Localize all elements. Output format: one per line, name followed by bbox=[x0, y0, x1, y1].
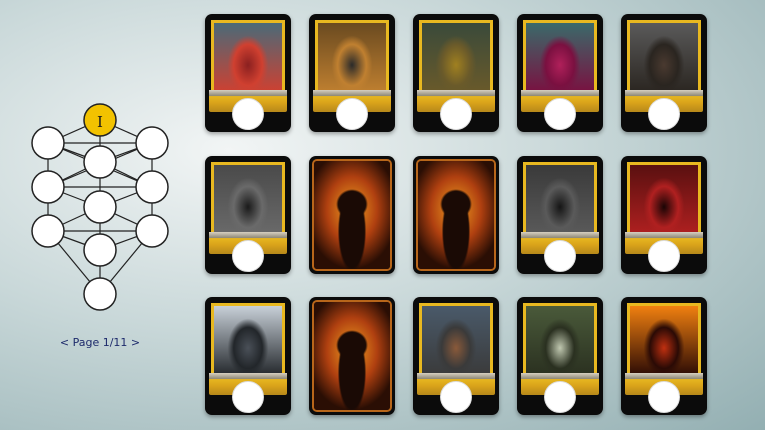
tree-node[interactable] bbox=[135, 170, 169, 204]
card-art-frame bbox=[315, 20, 389, 96]
card-token-slot bbox=[648, 240, 680, 272]
card-art-frame bbox=[419, 303, 493, 379]
card-artwork bbox=[526, 165, 594, 235]
card-artwork bbox=[314, 302, 390, 410]
tree-nodes bbox=[31, 103, 169, 311]
card-art-frame bbox=[211, 162, 285, 238]
tree-node[interactable] bbox=[31, 126, 65, 160]
card-token-slot bbox=[544, 240, 576, 272]
card-art-frame bbox=[523, 303, 597, 379]
card-token-slot bbox=[232, 381, 264, 413]
card-art-frame bbox=[312, 300, 392, 412]
card-jackal-warrior[interactable] bbox=[309, 14, 395, 132]
card-eye-tentacle-creature[interactable] bbox=[517, 14, 603, 132]
card-art-frame bbox=[211, 303, 285, 379]
card-token-slot bbox=[232, 98, 264, 130]
card-hooded-figure-flames-3[interactable] bbox=[309, 297, 395, 415]
next-page-button[interactable]: > bbox=[131, 336, 140, 349]
card-artwork bbox=[422, 306, 490, 376]
card-token-slot bbox=[232, 240, 264, 272]
tree-node[interactable] bbox=[135, 214, 169, 248]
pagination: < Page 1/11 > bbox=[0, 336, 200, 349]
tree-of-life-panel: I < Page 1/11 > bbox=[0, 0, 200, 430]
card-art-frame bbox=[419, 20, 493, 96]
tree-node[interactable] bbox=[135, 126, 169, 160]
card-artwork bbox=[418, 161, 494, 269]
prev-page-button[interactable]: < bbox=[60, 336, 69, 349]
card-artwork bbox=[214, 23, 282, 93]
card-artwork bbox=[314, 161, 390, 269]
tree-node[interactable] bbox=[31, 214, 65, 248]
tree-node[interactable] bbox=[31, 170, 65, 204]
card-dark-dragon[interactable] bbox=[205, 156, 291, 274]
tree-node[interactable] bbox=[83, 233, 117, 267]
tree-node[interactable] bbox=[83, 277, 117, 311]
top-node-label: I bbox=[97, 113, 103, 131]
page-indicator: Page 1/11 bbox=[72, 336, 128, 349]
card-token-slot bbox=[648, 98, 680, 130]
card-token-slot bbox=[440, 381, 472, 413]
card-elf-knight[interactable] bbox=[517, 297, 603, 415]
card-armored-beast[interactable] bbox=[413, 14, 499, 132]
card-art-frame bbox=[312, 159, 392, 271]
card-artwork bbox=[214, 165, 282, 235]
card-fire-elemental[interactable] bbox=[621, 297, 707, 415]
card-artwork bbox=[630, 23, 698, 93]
card-wolf-beast[interactable] bbox=[205, 297, 291, 415]
card-artwork bbox=[214, 306, 282, 376]
card-hooded-figure-flames-1[interactable] bbox=[309, 156, 395, 274]
card-art-frame bbox=[627, 20, 701, 96]
card-dwarf-warrior[interactable] bbox=[413, 297, 499, 415]
card-token-slot bbox=[544, 381, 576, 413]
card-grid bbox=[205, 14, 711, 418]
tree-node[interactable] bbox=[83, 145, 117, 179]
tree-of-life-diagram: I bbox=[31, 103, 169, 311]
card-art-frame bbox=[211, 20, 285, 96]
card-artwork bbox=[526, 306, 594, 376]
tree-node[interactable] bbox=[83, 190, 117, 224]
card-art-frame bbox=[523, 162, 597, 238]
card-hooded-figure-flames-2[interactable] bbox=[413, 156, 499, 274]
card-crimson-demon[interactable] bbox=[621, 156, 707, 274]
card-artwork bbox=[318, 23, 386, 93]
card-red-hooded-woman[interactable] bbox=[205, 14, 291, 132]
card-art-frame bbox=[416, 159, 496, 271]
card-shadow-figure[interactable] bbox=[517, 156, 603, 274]
card-artwork bbox=[630, 306, 698, 376]
card-artwork bbox=[630, 165, 698, 235]
card-token-slot bbox=[648, 381, 680, 413]
card-artwork bbox=[422, 23, 490, 93]
card-art-frame bbox=[627, 162, 701, 238]
card-art-frame bbox=[627, 303, 701, 379]
card-art-frame bbox=[523, 20, 597, 96]
card-hulking-brute[interactable] bbox=[621, 14, 707, 132]
card-artwork bbox=[526, 23, 594, 93]
card-token-slot bbox=[544, 98, 576, 130]
card-token-slot bbox=[336, 98, 368, 130]
card-token-slot bbox=[440, 98, 472, 130]
